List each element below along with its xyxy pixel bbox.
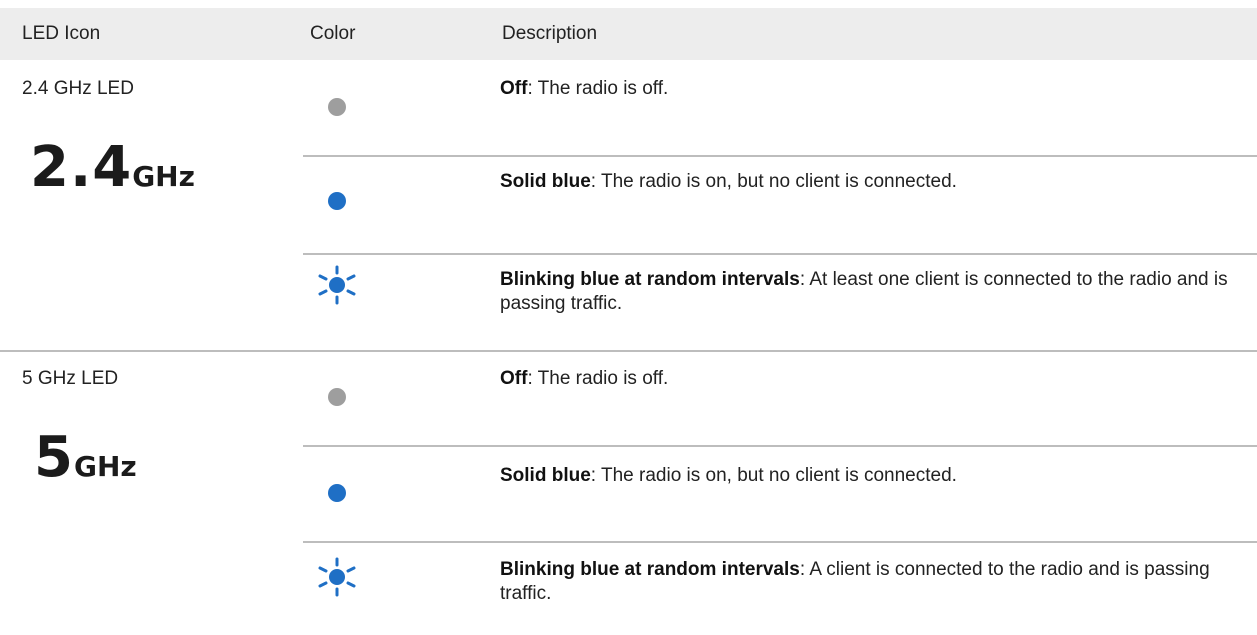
group-divider (0, 350, 1257, 352)
state-description: Blinking blue at random intervals: At le… (500, 268, 1240, 316)
state-description: Solid blue: The radio is on, but no clie… (500, 464, 1240, 488)
header-description: Description (502, 23, 598, 44)
blue-dot-icon (328, 192, 346, 210)
led-name-5ghz: 5 GHz LED (22, 368, 119, 389)
state-description: Off: The radio is off. (500, 367, 1240, 391)
led-name-2-4ghz: 2.4 GHz LED (22, 78, 134, 99)
state-label: Solid blue (500, 171, 591, 192)
header-color: Color (310, 23, 356, 44)
gray-dot-icon (328, 98, 346, 116)
table-header: LED Icon Color Description (0, 8, 1257, 60)
state-label: Blinking blue at random intervals (500, 559, 800, 580)
state-text: : The radio is on, but no client is conn… (590, 171, 957, 192)
state-label: Solid blue (500, 465, 591, 486)
ghz-icon-unit: GHz (132, 160, 195, 193)
header-led-icon: LED Icon (22, 23, 101, 44)
state-description: Solid blue: The radio is on, but no clie… (500, 170, 1240, 194)
state-text: : The radio is off. (527, 78, 669, 99)
state-text: : The radio is on, but no client is conn… (590, 465, 957, 486)
ghz-icon-number: 2.4 (30, 135, 133, 200)
row-divider (303, 253, 1257, 255)
state-description: Blinking blue at random intervals: A cli… (500, 558, 1240, 606)
ghz-icon-number: 5 (34, 425, 74, 490)
row-divider (303, 541, 1257, 543)
state-label: Blinking blue at random intervals (500, 269, 800, 290)
state-description: Off: The radio is off. (500, 77, 1240, 101)
state-label: Off (500, 368, 528, 389)
ghz-5-icon: 5GHz (34, 430, 137, 486)
blinking-blue-icon (318, 265, 356, 305)
ghz-2-4-icon: 2.4GHz (30, 140, 195, 196)
row-divider (303, 445, 1257, 447)
blinking-blue-icon (318, 557, 356, 597)
ghz-icon-unit: GHz (73, 450, 137, 483)
blue-dot-icon (328, 484, 346, 502)
state-label: Off (500, 78, 528, 99)
gray-dot-icon (328, 388, 346, 406)
state-text: : The radio is off. (527, 368, 669, 389)
row-divider (303, 155, 1257, 157)
